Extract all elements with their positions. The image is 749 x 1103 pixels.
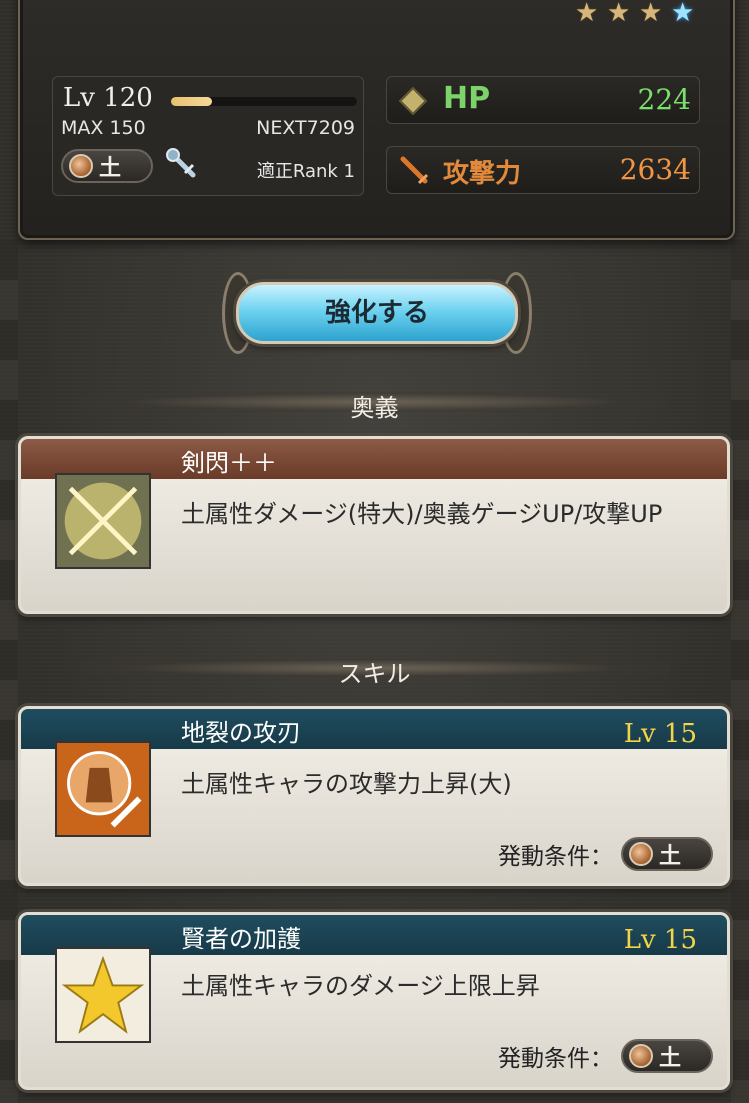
element-badge: 土 [621, 1039, 713, 1073]
star-blue-icon: ★ [671, 0, 695, 28]
hp-label: HP [443, 81, 491, 116]
enhance-button[interactable]: 強化する [236, 282, 518, 344]
element-badge: 土 [61, 149, 153, 183]
star-icon: ★ [575, 0, 599, 28]
skill-name: 地裂の攻刃 [181, 719, 301, 747]
exp-bar-fill [171, 97, 212, 106]
star-icon: ★ [607, 0, 631, 28]
star-icon: ★ [639, 0, 663, 28]
ougi-section-title: 奥義 [350, 394, 399, 422]
skill-section-title: スキル [338, 660, 411, 688]
next-exp-label: NEXT7209 [256, 117, 355, 139]
activation-condition: 発動条件： 土 [498, 837, 713, 871]
rank-label: 適正Rank 1 [256, 161, 355, 182]
element-badge: 土 [621, 837, 713, 871]
skill-description: 土属性キャラの攻撃力上昇(大) [181, 770, 512, 798]
max-level-label: MAX 150 [61, 117, 146, 139]
skill-description: 土属性キャラのダメージ上限上昇 [181, 972, 540, 1000]
skill-name: 賢者の加護 [181, 925, 301, 953]
condition-label: 発動条件： [498, 844, 613, 870]
attack-row: 攻撃力 2634 [386, 146, 700, 194]
element-label: 土 [659, 1046, 682, 1071]
activation-condition: 発動条件： 土 [498, 1039, 713, 1073]
condition-label: 発動条件： [498, 1046, 613, 1072]
sword-attack-icon [400, 156, 429, 185]
earth-orb-icon [629, 1044, 653, 1068]
attack-value: 2634 [619, 153, 691, 186]
ougi-name: 剣閃＋＋ [181, 449, 277, 477]
skill-card[interactable]: 賢者の加護 Lv 15 土属性キャラのダメージ上限上昇 発動条件： 土 [18, 912, 730, 1090]
ougi-card[interactable]: 剣閃＋＋ 土属性ダメージ(特大)/奥義ゲージUP/攻撃UP [18, 436, 730, 614]
skill-level: Lv 15 [623, 719, 697, 749]
hp-diamond-icon [398, 86, 428, 116]
earth-orb-icon [69, 154, 93, 178]
exp-bar [171, 97, 357, 106]
crossed-swords-icon [55, 473, 151, 569]
hp-row: HP 224 [386, 76, 700, 124]
level-box: Lv 120 MAX 150 NEXT7209 土 適正Rank 1 [52, 76, 364, 196]
element-label: 土 [659, 844, 682, 869]
ougi-description: 土属性ダメージ(特大)/奥義ゲージUP/攻撃UP [181, 500, 663, 528]
element-label: 土 [99, 156, 122, 181]
skill-level: Lv 15 [623, 925, 697, 955]
earth-attack-skill-icon [55, 741, 151, 837]
spear-type-icon [166, 148, 196, 178]
level-label: Lv 120 [63, 83, 153, 113]
hp-value: 224 [637, 83, 691, 116]
skill-card[interactable]: 地裂の攻刃 Lv 15 土属性キャラの攻撃力上昇(大) 発動条件： 土 [18, 706, 730, 886]
star-skill-icon [55, 947, 151, 1043]
rarity-stars: ★ ★ ★ ★ [575, 0, 697, 26]
earth-orb-icon [629, 842, 653, 866]
attack-label: 攻撃力 [443, 159, 522, 189]
